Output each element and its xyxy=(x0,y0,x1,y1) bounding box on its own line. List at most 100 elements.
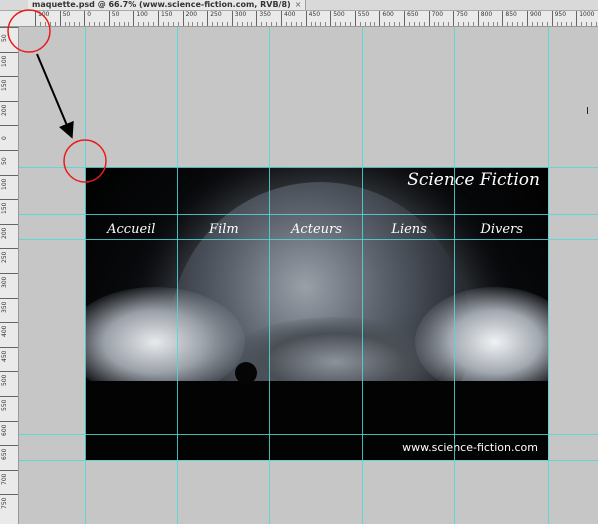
ruler-tick-text: 100 xyxy=(38,11,50,18)
ruler-minor-tick xyxy=(118,22,120,26)
ruler-minor-tick xyxy=(261,22,263,26)
ruler-tick-label: 550 xyxy=(0,396,18,411)
ruler-minor-tick xyxy=(394,22,396,26)
ruler-minor-tick xyxy=(285,22,287,26)
ruler-tick-label: 1000 xyxy=(576,11,594,26)
ruler-tick-label: 500 xyxy=(330,11,345,26)
ruler-minor-tick xyxy=(226,22,228,26)
ruler-origin-corner[interactable] xyxy=(0,11,36,27)
ruler-tick-text: 0 xyxy=(87,11,92,18)
ruler-minor-tick xyxy=(153,22,155,26)
ruler-tick-label: 250 xyxy=(0,248,18,263)
ruler-minor-tick xyxy=(271,22,273,26)
ruler-minor-tick xyxy=(374,22,376,26)
ruler-tick-text: 500 xyxy=(333,11,345,18)
ruler-minor-tick xyxy=(512,22,514,26)
ruler-minor-tick xyxy=(217,22,219,26)
ruler-minor-tick xyxy=(39,22,41,26)
ruler-minor-tick xyxy=(295,22,297,26)
ruler-tick-label: 350 xyxy=(0,297,18,313)
document-canvas[interactable]: Science Fiction Accueil Film Acteurs Lie… xyxy=(19,27,598,524)
guide-vertical[interactable] xyxy=(548,27,549,524)
ruler-minor-tick xyxy=(221,22,223,26)
guide-vertical[interactable] xyxy=(269,27,270,524)
ruler-tick-text: 50 xyxy=(1,157,8,165)
guide-horizontal[interactable] xyxy=(19,434,598,435)
ruler-tick-label: 200 xyxy=(0,223,18,239)
nav-item-accueil: Accueil xyxy=(107,222,156,237)
ruler-tick-text: 350 xyxy=(259,11,271,18)
site-title: Science Fiction xyxy=(407,170,540,190)
document-tab-title: maquette.psd @ 66.7% (www.science-fictio… xyxy=(32,0,291,9)
ruler-minor-tick xyxy=(482,22,484,26)
ruler-minor-tick xyxy=(202,22,204,26)
ruler-tick-text: 50 xyxy=(111,11,120,18)
ruler-minor-tick xyxy=(197,22,199,26)
ruler-tick-label: 200 xyxy=(0,100,18,116)
ruler-minor-tick xyxy=(276,22,278,26)
horizontal-ruler[interactable]: 100 50 0 50 100 150 200 250 300 350 400 450 500 550 60… xyxy=(35,11,598,27)
ruler-tick-label: 650 xyxy=(0,445,18,460)
ruler-minor-tick xyxy=(487,22,489,26)
ruler-minor-tick xyxy=(94,22,96,26)
ruler-tick-label: 700 xyxy=(0,469,18,485)
ruler-tick-text: 350 xyxy=(1,301,8,313)
guide-horizontal[interactable] xyxy=(19,239,598,240)
ruler-minor-tick xyxy=(310,22,312,26)
ruler-tick-label: 50 xyxy=(59,11,70,26)
ruler-tick-text: 250 xyxy=(1,251,8,264)
ruler-tick-label: 500 xyxy=(0,371,18,386)
ruler-minor-tick xyxy=(344,22,346,26)
ruler-minor-tick xyxy=(517,22,519,26)
ruler-minor-tick xyxy=(423,22,425,26)
guide-vertical[interactable] xyxy=(85,27,86,524)
vertical-ruler[interactable]: 50 100 150 200 0 50 100 150 200 250 300 350 400 450 50… xyxy=(0,27,19,524)
ruler-tick-label: 900 xyxy=(527,11,541,26)
ruler-tick-text: 300 xyxy=(1,276,8,288)
ruler-tick-label: 50 xyxy=(108,11,119,26)
ruler-minor-tick xyxy=(315,22,317,26)
ruler-minor-tick xyxy=(581,22,583,26)
ruler-tick-label: 800 xyxy=(477,11,492,26)
ruler-minor-tick xyxy=(463,22,465,26)
ruler-tick-text: 550 xyxy=(357,11,370,18)
ruler-minor-tick xyxy=(536,22,538,26)
ruler-tick-text: 0 xyxy=(1,136,8,141)
ruler-tick-label: 150 xyxy=(158,11,172,26)
ruler-tick-label: 350 xyxy=(256,11,271,26)
guide-horizontal[interactable] xyxy=(19,460,598,461)
ruler-minor-tick xyxy=(408,22,410,26)
ruler-tick-label: 850 xyxy=(502,11,517,26)
ruler-minor-tick xyxy=(123,22,125,26)
ruler-minor-tick xyxy=(177,22,179,26)
guide-horizontal[interactable] xyxy=(19,167,598,168)
ruler-tick-text: 900 xyxy=(530,11,542,18)
ruler-tick-label: 50 xyxy=(0,27,18,42)
ruler-tick-text: 200 xyxy=(1,104,8,116)
guide-vertical[interactable] xyxy=(362,27,363,524)
close-tab-icon[interactable]: × xyxy=(295,0,302,9)
document-tab[interactable]: maquette.psd @ 66.7% (www.science-fictio… xyxy=(28,0,307,10)
ruler-minor-tick xyxy=(438,22,440,26)
guide-vertical[interactable] xyxy=(177,27,178,524)
ruler-minor-tick xyxy=(571,22,573,26)
ruler-minor-tick xyxy=(472,22,474,26)
ruler-minor-tick xyxy=(522,22,524,26)
ruler-tick-label: 100 xyxy=(0,51,18,67)
guide-horizontal[interactable] xyxy=(19,214,598,215)
ruler-minor-tick xyxy=(531,22,533,26)
ruler-tick-text: 150 xyxy=(161,11,173,18)
ruler-tick-text: 100 xyxy=(1,55,8,67)
ruler-tick-label: 750 xyxy=(453,11,468,26)
ruler-minor-tick xyxy=(64,22,66,26)
guide-vertical[interactable] xyxy=(454,27,455,524)
ruler-minor-tick xyxy=(128,22,130,26)
ruler-minor-tick xyxy=(148,22,150,26)
ruler-minor-tick xyxy=(138,22,140,26)
ruler-minor-tick xyxy=(103,22,105,26)
ruler-minor-tick xyxy=(187,22,189,26)
ruler-minor-tick xyxy=(418,22,420,26)
ruler-tick-text: 400 xyxy=(1,325,8,338)
ruler-tick-label: 450 xyxy=(305,11,320,26)
ruler-minor-tick xyxy=(44,22,46,26)
